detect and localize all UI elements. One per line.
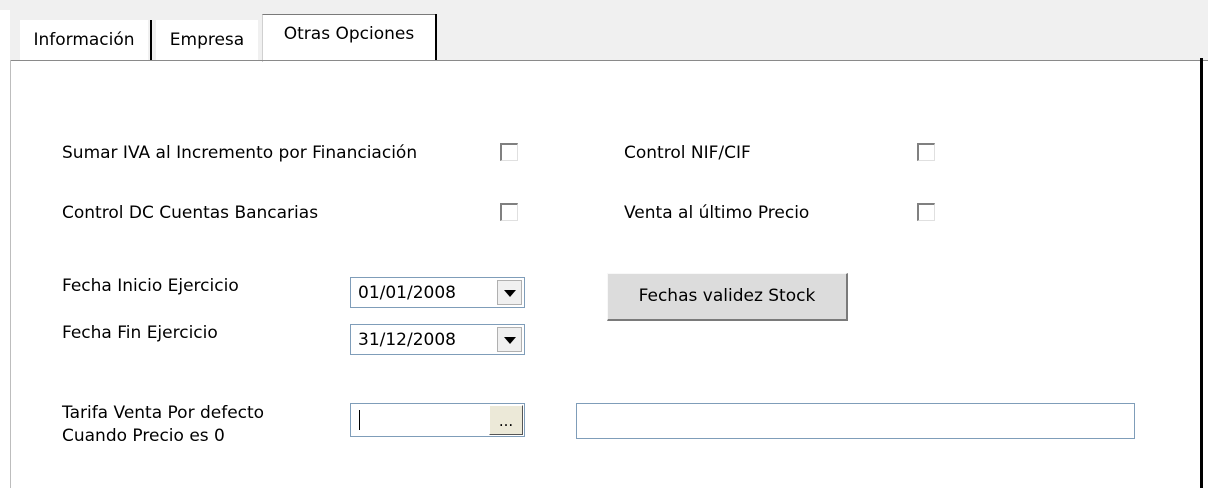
tab-otras-opciones-label: Otras Opciones	[283, 24, 415, 44]
control-nif-checkbox[interactable]	[917, 143, 935, 161]
sumar-iva-checkbox[interactable]	[500, 143, 518, 161]
tab-empresa-label: Empresa	[169, 30, 245, 50]
tab-empresa[interactable]: Empresa	[156, 20, 258, 60]
tarifa-input[interactable]: ...	[350, 403, 525, 437]
fechas-validez-stock-button[interactable]: Fechas validez Stock	[607, 273, 848, 321]
fecha-fin-value: 31/12/2008	[358, 330, 456, 350]
tarifa-label-line2: Cuando Precio es 0	[62, 426, 225, 446]
fecha-inicio-dropdown-arrow-icon[interactable]	[497, 280, 522, 305]
panel-left-border	[10, 60, 11, 488]
tab-separator	[435, 14, 437, 61]
venta-ultimo-precio-label: Venta al último Precio	[624, 203, 810, 223]
sumar-iva-label: Sumar IVA al Incremento por Financiación	[62, 143, 418, 163]
fecha-fin-combo[interactable]: 31/12/2008	[350, 324, 525, 355]
window-top-band	[0, 0, 1208, 10]
panel-right-border	[1200, 58, 1203, 488]
text-caret	[359, 410, 360, 430]
tarifa-browse-button[interactable]: ...	[489, 405, 523, 435]
tarifa-label-line1: Tarifa Venta Por defecto	[62, 403, 265, 423]
control-dc-checkbox[interactable]	[500, 203, 518, 221]
tarifa-description-field[interactable]	[576, 403, 1135, 439]
venta-ultimo-precio-checkbox[interactable]	[917, 203, 935, 221]
panel-top-border	[10, 60, 1208, 61]
fecha-inicio-label: Fecha Inicio Ejercicio	[62, 276, 239, 296]
fecha-fin-label: Fecha Fin Ejercicio	[62, 323, 218, 343]
control-nif-label: Control NIF/CIF	[624, 143, 751, 163]
tab-informacion-label: Información	[33, 30, 135, 50]
fecha-inicio-value: 01/01/2008	[358, 283, 456, 303]
fecha-fin-dropdown-arrow-icon[interactable]	[497, 327, 522, 352]
tab-separator	[150, 20, 152, 60]
tab-informacion[interactable]: Información	[20, 20, 148, 60]
tab-otras-opciones[interactable]: Otras Opciones	[262, 14, 435, 62]
fechas-validez-stock-label: Fechas validez Stock	[638, 286, 816, 306]
control-dc-label: Control DC Cuentas Bancarias	[62, 203, 319, 223]
fecha-inicio-combo[interactable]: 01/01/2008	[350, 277, 525, 308]
